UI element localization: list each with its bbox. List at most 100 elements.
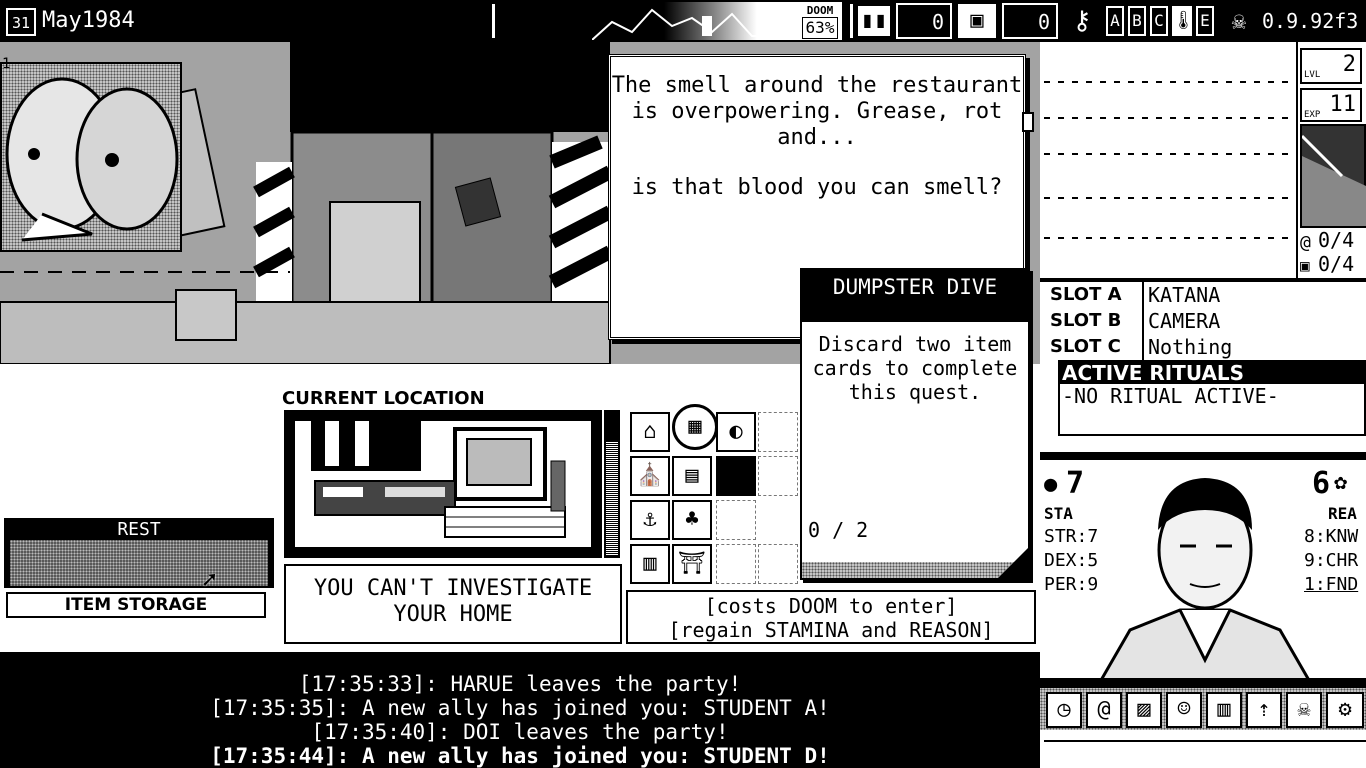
map-home-icon[interactable]: ⌂ <box>630 412 670 452</box>
reason-label: REA <box>1328 504 1357 523</box>
map-forest-icon[interactable]: ♣ <box>672 500 712 540</box>
vertical-divider <box>850 4 853 38</box>
calendar-day: 31 <box>11 14 31 32</box>
item-storage-label: ITEM STORAGE <box>64 595 208 615</box>
spiral-menu-icon[interactable]: @ <box>1086 692 1122 728</box>
stat-str: STR:7 <box>1044 526 1099 547</box>
location-scrollbar[interactable] <box>604 410 620 558</box>
panel-divider <box>1040 452 1366 460</box>
letter-c-icon[interactable]: C <box>1150 6 1168 36</box>
map-empty-cell <box>758 456 798 496</box>
reason-value: 6 <box>1312 466 1331 501</box>
chart-icon[interactable]: ▨ <box>1126 692 1162 728</box>
old-god-icon[interactable]: ☠ <box>1220 4 1258 38</box>
dialog-line-1: The smell around the restaurant <box>611 73 1023 98</box>
stamina-icon: ● <box>1044 472 1058 497</box>
corner-marker: 1 <box>2 56 11 72</box>
gear-icon[interactable]: ⚙ <box>1326 692 1364 728</box>
map-moon-icon[interactable]: ◐ <box>716 412 756 452</box>
dialog-line-4: is that blood you can smell? <box>631 175 1003 200</box>
bag-count: 0/4 <box>1318 252 1355 276</box>
stat-dex: DEX:5 <box>1044 550 1099 571</box>
rituals-box: ACTIVE RITUALS -NO RITUAL ACTIVE- <box>1058 360 1366 436</box>
letter-a-icon[interactable]: A <box>1106 6 1124 36</box>
character-panel: LVL 2 EXP 11 @ 0/4 ▣ 0/4 SLOT A KATANA S… <box>1040 42 1366 768</box>
tv-vcr-art <box>311 421 566 538</box>
event-log: [17:35:33]: HARUE leaves the party! [17:… <box>0 652 1040 768</box>
brain-icon: ✿ <box>1334 470 1348 495</box>
inset-portrait-image <box>0 62 182 252</box>
building-icon[interactable]: ▥ <box>1206 692 1242 728</box>
thermometer-icon[interactable]: 🌡 <box>1172 6 1195 36</box>
investigate-message: YOU CAN'T INVESTIGATE YOUR HOME <box>284 564 622 644</box>
stat-knw: 8:KNW <box>1304 526 1359 547</box>
slot-b-row[interactable]: SLOT B CAMERA <box>1050 308 1366 334</box>
top-status-bar: 31 May1984 DOOM 63% ▮▮ 0 ▣ 0 ⚷ A B C 🌡 E… <box>0 0 1366 42</box>
dialog-scrollbar[interactable] <box>1022 112 1034 132</box>
log-entry: [17:35:40]: DOI leaves the party! <box>311 720 729 744</box>
slot-c-row[interactable]: SLOT C Nothing <box>1050 334 1366 360</box>
home-room-art <box>293 419 593 549</box>
clock-icon[interactable]: ◷ <box>1046 692 1082 728</box>
letter-b-icon[interactable]: B <box>1128 6 1146 36</box>
map-building-icon[interactable]: ▤ <box>672 456 712 496</box>
stat-per: PER:9 <box>1044 574 1099 595</box>
inset-faces-art <box>5 77 179 242</box>
map-hospital-icon[interactable]: ▥ <box>630 544 670 584</box>
letter-e-icon[interactable]: E <box>1196 6 1214 36</box>
stat-scratch-area <box>1044 42 1298 278</box>
map-shrine-icon[interactable]: ⛩ <box>672 544 712 584</box>
doom-label: DOOM <box>806 4 834 17</box>
slot-c-label: SLOT C <box>1050 334 1144 360</box>
cards-count: 0 <box>896 3 952 39</box>
page-fold-icon <box>998 548 1028 578</box>
rest-info-line-1: [costs DOOM to enter] <box>704 594 958 618</box>
slot-c-value: Nothing <box>1148 335 1233 359</box>
spiral-count: 0/4 <box>1318 228 1355 252</box>
skyline-icon <box>591 8 798 41</box>
stamina-label: STA <box>1044 504 1073 523</box>
bottom-strip <box>1044 740 1366 768</box>
doom-skyline-art <box>591 2 798 41</box>
bag-icon: ▣ <box>1300 256 1310 275</box>
quest-card[interactable]: DUMPSTER DIVE Discard two item cards to … <box>800 268 1030 580</box>
slot-a-row[interactable]: SLOT A KATANA <box>1050 282 1366 308</box>
exp-box: EXP 11 <box>1300 88 1362 122</box>
quest-line-2: cards to complete <box>812 356 1018 380</box>
map-school-icon[interactable]: ⛪ <box>630 456 670 496</box>
vertical-divider <box>492 4 495 38</box>
stat-dash-art <box>1044 81 1294 239</box>
level-label: LVL <box>1304 70 1321 80</box>
cards-icon[interactable]: ▮▮ <box>858 6 890 36</box>
stat-fnd: 1:FND <box>1304 574 1359 595</box>
exp-value: 11 <box>1329 92 1357 117</box>
slot-b-value: CAMERA <box>1148 309 1221 333</box>
calendar-icon: 31 <box>6 8 36 36</box>
message-line-1: YOU CAN'T INVESTIGATE <box>313 576 593 601</box>
map-empty-cell <box>758 412 798 452</box>
rituals-value: -NO RITUAL ACTIVE- <box>1062 384 1279 408</box>
old-god-menu-icon[interactable]: ☠ <box>1286 692 1322 728</box>
party-icon[interactable]: ☺ <box>1166 692 1202 728</box>
key-icon[interactable]: ⚷ <box>1064 4 1100 38</box>
location-header: CURRENT LOCATION <box>282 388 485 409</box>
doom-meter: DOOM 63% <box>798 2 842 40</box>
log-entry: [17:35:35]: A new ally has joined you: S… <box>210 696 830 720</box>
rituals-header: ACTIVE RITUALS <box>1060 362 1364 384</box>
log-entry: [17:35:33]: HARUE leaves the party! <box>298 672 742 696</box>
floppy-icon[interactable]: ▣ <box>958 4 996 38</box>
dialog-line-2: is overpowering. Grease, rot <box>631 99 1003 124</box>
level-box: LVL 2 <box>1300 48 1362 84</box>
level-up-icon[interactable]: ⇡ <box>1246 692 1282 728</box>
map-lighthouse-icon[interactable]: ⚓ <box>630 500 670 540</box>
item-storage-button[interactable]: ITEM STORAGE <box>6 592 266 618</box>
slot-b-label: SLOT B <box>1050 308 1144 334</box>
map-dark-cell[interactable] <box>716 456 756 496</box>
stamina-value: 7 <box>1066 466 1085 501</box>
rest-button[interactable]: REST ➚ <box>4 518 274 594</box>
panel-divider <box>1040 678 1366 688</box>
storage-count: 0 <box>1002 3 1058 39</box>
map-apartment-icon[interactable]: ▦ <box>672 404 718 450</box>
cursor-icon: ➚ <box>202 566 217 594</box>
location-image <box>284 410 602 558</box>
